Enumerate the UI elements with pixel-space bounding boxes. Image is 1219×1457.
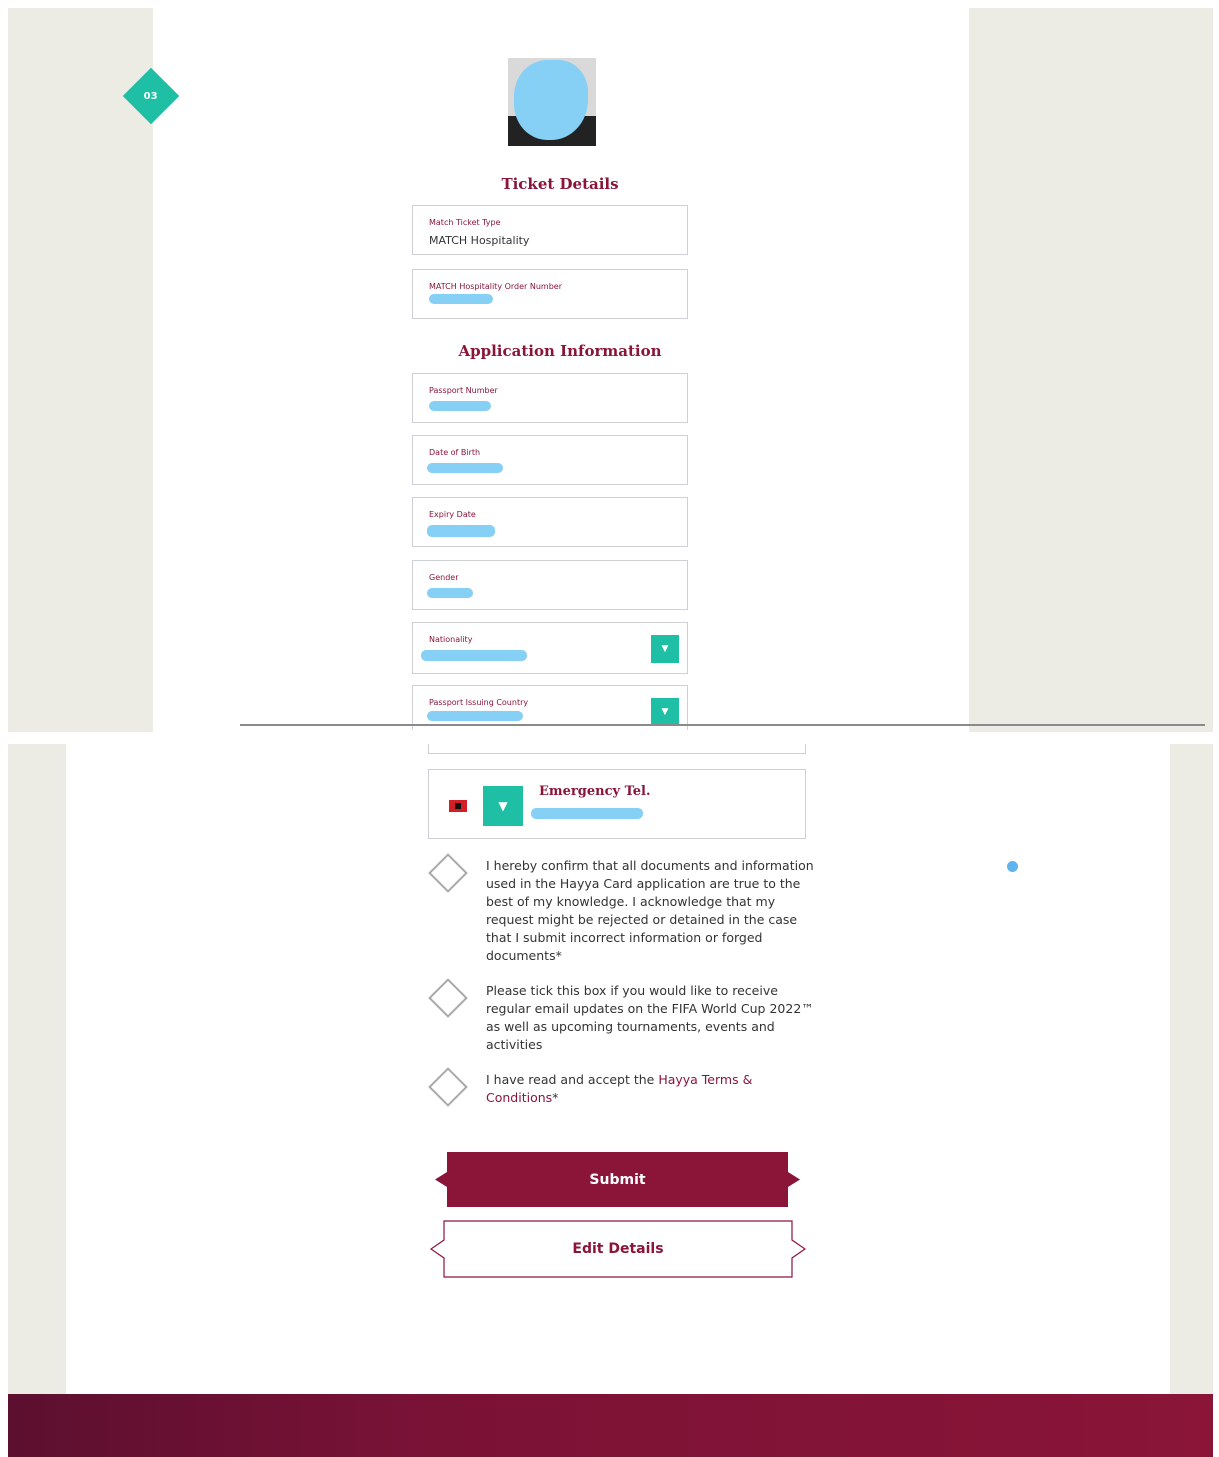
match-ticket-type-field[interactable]: Match Ticket Type MATCH Hospitality	[412, 205, 688, 255]
checkbox-label: I hereby confirm that all documents and …	[486, 858, 814, 963]
photo-redaction	[514, 60, 588, 140]
terms-asterisk: *	[552, 1090, 559, 1105]
field-label: Expiry Date	[429, 510, 476, 519]
edit-details-button[interactable]: Edit Details	[430, 1220, 806, 1278]
footer-band	[8, 1394, 1213, 1457]
chevron-down-icon[interactable]: ▼	[651, 698, 679, 726]
left-margin	[8, 744, 66, 1394]
terms-row: I have read and accept the Hayya Terms &…	[428, 1067, 828, 1111]
redacted-value	[427, 463, 503, 473]
email-updates-checkbox[interactable]	[428, 978, 468, 1018]
cursor-dot	[1007, 861, 1018, 872]
date-of-birth-field[interactable]: Date of Birth	[412, 435, 688, 485]
field-label: Passport Issuing Country	[429, 698, 529, 707]
terms-text: I have read and accept the	[486, 1072, 659, 1087]
nationality-select[interactable]: Nationality ▼	[412, 622, 688, 674]
field-label: Nationality	[429, 635, 473, 644]
redacted-value	[421, 650, 527, 661]
bottom-screenshot-panel: ▼ Emergency Tel. I hereby confirm that a…	[8, 744, 1213, 1457]
chevron-down-icon[interactable]: ▼	[483, 786, 523, 826]
previous-field-edge	[428, 744, 806, 754]
redacted-value	[429, 294, 493, 304]
email-updates-row: Please tick this box if you would like t…	[428, 978, 828, 1056]
field-label: Match Ticket Type	[429, 218, 501, 227]
divider	[240, 724, 1205, 726]
right-margin	[1170, 744, 1213, 1394]
application-information-heading: Application Information	[458, 342, 662, 360]
field-label: Gender	[429, 573, 459, 582]
expiry-date-field[interactable]: Expiry Date	[412, 497, 688, 547]
passport-number-field[interactable]: Passport Number	[412, 373, 688, 423]
gender-field[interactable]: Gender	[412, 560, 688, 610]
field-label: MATCH Hospitality Order Number	[429, 282, 563, 291]
order-number-field[interactable]: MATCH Hospitality Order Number	[412, 269, 688, 319]
field-label: Passport Number	[429, 386, 498, 395]
country-flag-icon	[449, 800, 467, 812]
checkbox-label: Please tick this box if you would like t…	[486, 983, 814, 1052]
redacted-value	[427, 525, 495, 537]
checkbox-label: I have read and accept the Hayya Terms &…	[486, 1071, 816, 1107]
field-label: Date of Birth	[429, 448, 481, 457]
field-label: Emergency Tel.	[539, 784, 651, 799]
ticket-details-heading: Ticket Details	[501, 175, 619, 193]
chevron-down-icon[interactable]: ▼	[651, 635, 679, 663]
redacted-value	[429, 401, 491, 411]
redacted-value	[531, 808, 643, 819]
redacted-value	[427, 588, 473, 598]
redacted-value	[427, 711, 523, 721]
step-number: 03	[144, 90, 158, 102]
confirm-documents-checkbox[interactable]	[428, 853, 468, 893]
field-value: MATCH Hospitality	[429, 234, 530, 247]
emergency-tel-field[interactable]: ▼ Emergency Tel.	[428, 769, 806, 839]
submit-button[interactable]: Submit	[435, 1152, 800, 1207]
applicant-photo	[508, 58, 596, 146]
confirm-documents-row: I hereby confirm that all documents and …	[428, 853, 828, 967]
terms-checkbox[interactable]	[428, 1067, 468, 1107]
